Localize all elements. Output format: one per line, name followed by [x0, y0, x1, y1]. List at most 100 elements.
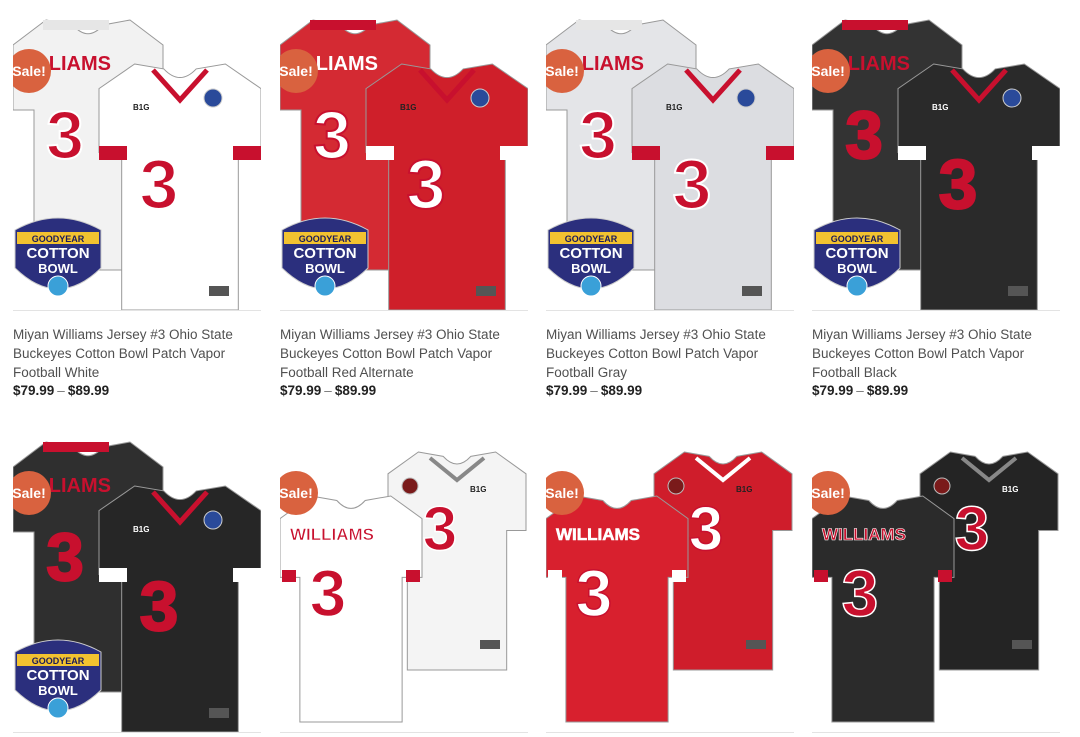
- product-card: ILLIAMS 3 3 B1G GOODYEAR COTTON BOWL CLASSIC Sal…: [13, 440, 261, 733]
- svg-text:GOODYEAR: GOODYEAR: [565, 234, 618, 244]
- product-image[interactable]: 3 B1G WILLIAMS 3 Sale!: [280, 440, 528, 733]
- svg-text:COTTON: COTTON: [26, 245, 89, 262]
- jersey-front: 3 B1G: [365, 63, 528, 310]
- svg-text:B1G: B1G: [932, 103, 948, 112]
- svg-text:B1G: B1G: [133, 103, 149, 112]
- product-card: 3 B1G WILLIAMS 3 Sale!: [280, 440, 528, 733]
- jersey-illustration: ILLIAMS33B1GGOODYEARCOTTONBOWLCLASSIC: [546, 19, 794, 310]
- svg-text:GOODYEAR: GOODYEAR: [32, 234, 85, 244]
- price-low: $79.99: [546, 383, 588, 398]
- price-separator: –: [57, 383, 65, 398]
- jersey-illustration: ILLIAMS33B1GGOODYEARCOTTONBOWLCLASSIC: [280, 19, 528, 310]
- product-image[interactable]: ILLIAMS 3 3 B1G GOODYEAR COTTON BOWL CLASSIC Sal…: [13, 18, 261, 311]
- cotton-bowl-patch-icon: GOODYEARCOTTONBOWL CLASSIC: [14, 217, 102, 303]
- jersey-illustration: 3 B1G WILLIAMS 3: [546, 451, 793, 723]
- cotton-bowl-patch-icon: GOODYEARCOTTONBOWL CLASSIC: [813, 217, 901, 303]
- price-high: $89.99: [600, 383, 643, 398]
- svg-text:3: 3: [845, 97, 883, 173]
- svg-text:COTTON: COTTON: [825, 245, 888, 262]
- svg-text:GOODYEAR: GOODYEAR: [831, 234, 884, 244]
- svg-text:B1G: B1G: [470, 485, 486, 494]
- svg-text:B1G: B1G: [400, 103, 416, 112]
- product-image[interactable]: ILLIAMS 3 3 B1G GOODYEAR COTTON BOWL CLASSIC Sal…: [546, 18, 794, 311]
- svg-text:3: 3: [576, 556, 613, 630]
- jersey-front: 3 B1G: [98, 63, 261, 310]
- price-low: $79.99: [13, 383, 55, 398]
- jersey-front: 3 B1G: [631, 63, 794, 310]
- price-separator: –: [590, 383, 598, 398]
- product-grid: ILLIAMS 3 3 B1G GOODYEAR COTTON BOWL CLASSIC Sal…: [0, 0, 1080, 737]
- svg-text:CLASSIC: CLASSIC: [45, 297, 72, 303]
- svg-text:WILLIAMS: WILLIAMS: [290, 525, 374, 544]
- svg-text:CLASSIC: CLASSIC: [578, 297, 605, 303]
- svg-text:B1G: B1G: [133, 525, 149, 534]
- svg-text:COTTON: COTTON: [26, 667, 89, 684]
- product-price: $79.99– $89.99: [546, 383, 794, 398]
- price-separator: –: [324, 383, 332, 398]
- svg-text:3: 3: [579, 97, 617, 173]
- product-title-link[interactable]: Miyan Williams Jersey #3 Ohio State Buck…: [812, 325, 1060, 382]
- svg-text:3: 3: [407, 145, 446, 223]
- price-separator: –: [856, 383, 864, 398]
- svg-text:3: 3: [423, 495, 457, 564]
- svg-text:BOWL: BOWL: [571, 261, 611, 276]
- svg-text:3: 3: [140, 145, 179, 223]
- svg-text:CLASSIC: CLASSIC: [45, 719, 72, 725]
- svg-text:3: 3: [673, 145, 712, 223]
- jersey-front: 3 B1G: [98, 485, 261, 732]
- svg-text:3: 3: [46, 97, 84, 173]
- product-title-link[interactable]: Miyan Williams Jersey #3 Ohio State Buck…: [13, 325, 261, 382]
- svg-text:COTTON: COTTON: [293, 245, 356, 262]
- svg-text:B1G: B1G: [1002, 485, 1018, 494]
- svg-text:BOWL: BOWL: [38, 261, 78, 276]
- product-image[interactable]: ILLIAMS 3 3 B1G GOODYEAR COTTON BOWL CLASSIC Sal…: [13, 440, 261, 733]
- svg-text:B1G: B1G: [666, 103, 682, 112]
- svg-text:3: 3: [955, 495, 989, 564]
- svg-text:BOWL: BOWL: [837, 261, 877, 276]
- price-low: $79.99: [280, 383, 322, 398]
- jersey-illustration: ILLIAMS33B1GGOODYEARCOTTONBOWLCLASSIC: [13, 441, 261, 732]
- svg-text:COTTON: COTTON: [559, 245, 622, 262]
- product-price: $79.99– $89.99: [13, 383, 261, 398]
- svg-text:3: 3: [842, 556, 879, 630]
- svg-text:WILLIAMS: WILLIAMS: [822, 525, 906, 544]
- product-card: 3 B1G WILLIAMS 3 Sale!: [546, 440, 794, 733]
- svg-text:GOODYEAR: GOODYEAR: [32, 656, 85, 666]
- jersey-illustration: 3 B1G WILLIAMS 3: [812, 451, 1059, 723]
- svg-text:CLASSIC: CLASSIC: [844, 297, 871, 303]
- svg-text:B1G: B1G: [736, 485, 752, 494]
- product-title-link[interactable]: Miyan Williams Jersey #3 Ohio State Buck…: [280, 325, 528, 382]
- jersey-illustration: 3 B1G WILLIAMS 3: [280, 451, 527, 723]
- jersey-back: WILLIAMS 3: [280, 495, 423, 723]
- product-card: ILLIAMS 3 3 B1G GOODYEAR COTTON BOWL CLASSIC Sal…: [812, 18, 1060, 398]
- svg-text:3: 3: [689, 495, 723, 564]
- svg-text:3: 3: [313, 97, 351, 173]
- svg-text:BOWL: BOWL: [38, 683, 78, 698]
- svg-text:CLASSIC: CLASSIC: [312, 297, 339, 303]
- jersey-back: WILLIAMS 3: [812, 495, 955, 723]
- product-image[interactable]: 3 B1G WILLIAMS 3 Sale!: [812, 440, 1060, 733]
- price-high: $89.99: [866, 383, 909, 398]
- svg-text:3: 3: [140, 567, 179, 645]
- svg-text:3: 3: [310, 556, 347, 630]
- svg-text:GOODYEAR: GOODYEAR: [299, 234, 352, 244]
- product-card: ILLIAMS 3 3 B1G GOODYEAR COTTON BOWL CLASSIC Sal…: [13, 18, 261, 398]
- svg-text:3: 3: [46, 519, 84, 595]
- jersey-back: WILLIAMS 3: [546, 495, 689, 723]
- jersey-front: 3 B1G: [897, 63, 1060, 310]
- product-card: ILLIAMS 3 3 B1G GOODYEAR COTTON BOWL CLASSIC Sal…: [546, 18, 794, 398]
- cotton-bowl-patch-icon: GOODYEARCOTTONBOWL CLASSIC: [547, 217, 635, 303]
- price-high: $89.99: [334, 383, 377, 398]
- svg-text:WILLIAMS: WILLIAMS: [556, 525, 640, 544]
- jersey-illustration: ILLIAMS33B1GGOODYEARCOTTONBOWLCLASSIC: [812, 19, 1060, 310]
- svg-text:3: 3: [939, 145, 978, 223]
- product-card: ILLIAMS 3 3 B1G GOODYEAR COTTON BOWL CLASSIC Sal…: [280, 18, 528, 398]
- product-card: 3 B1G WILLIAMS 3 Sale!: [812, 440, 1060, 733]
- product-price: $79.99– $89.99: [812, 383, 1060, 398]
- product-image[interactable]: 3 B1G WILLIAMS 3 Sale!: [546, 440, 794, 733]
- svg-text:BOWL: BOWL: [305, 261, 345, 276]
- product-image[interactable]: ILLIAMS 3 3 B1G GOODYEAR COTTON BOWL CLASSIC Sal…: [280, 18, 528, 311]
- product-title-link[interactable]: Miyan Williams Jersey #3 Ohio State Buck…: [546, 325, 794, 382]
- jersey-illustration: ILLIAMS33B1GGOODYEARCOTTONBOWLCLASSIC: [13, 19, 261, 310]
- product-image[interactable]: ILLIAMS 3 3 B1G GOODYEAR COTTON BOWL CLASSIC Sal…: [812, 18, 1060, 311]
